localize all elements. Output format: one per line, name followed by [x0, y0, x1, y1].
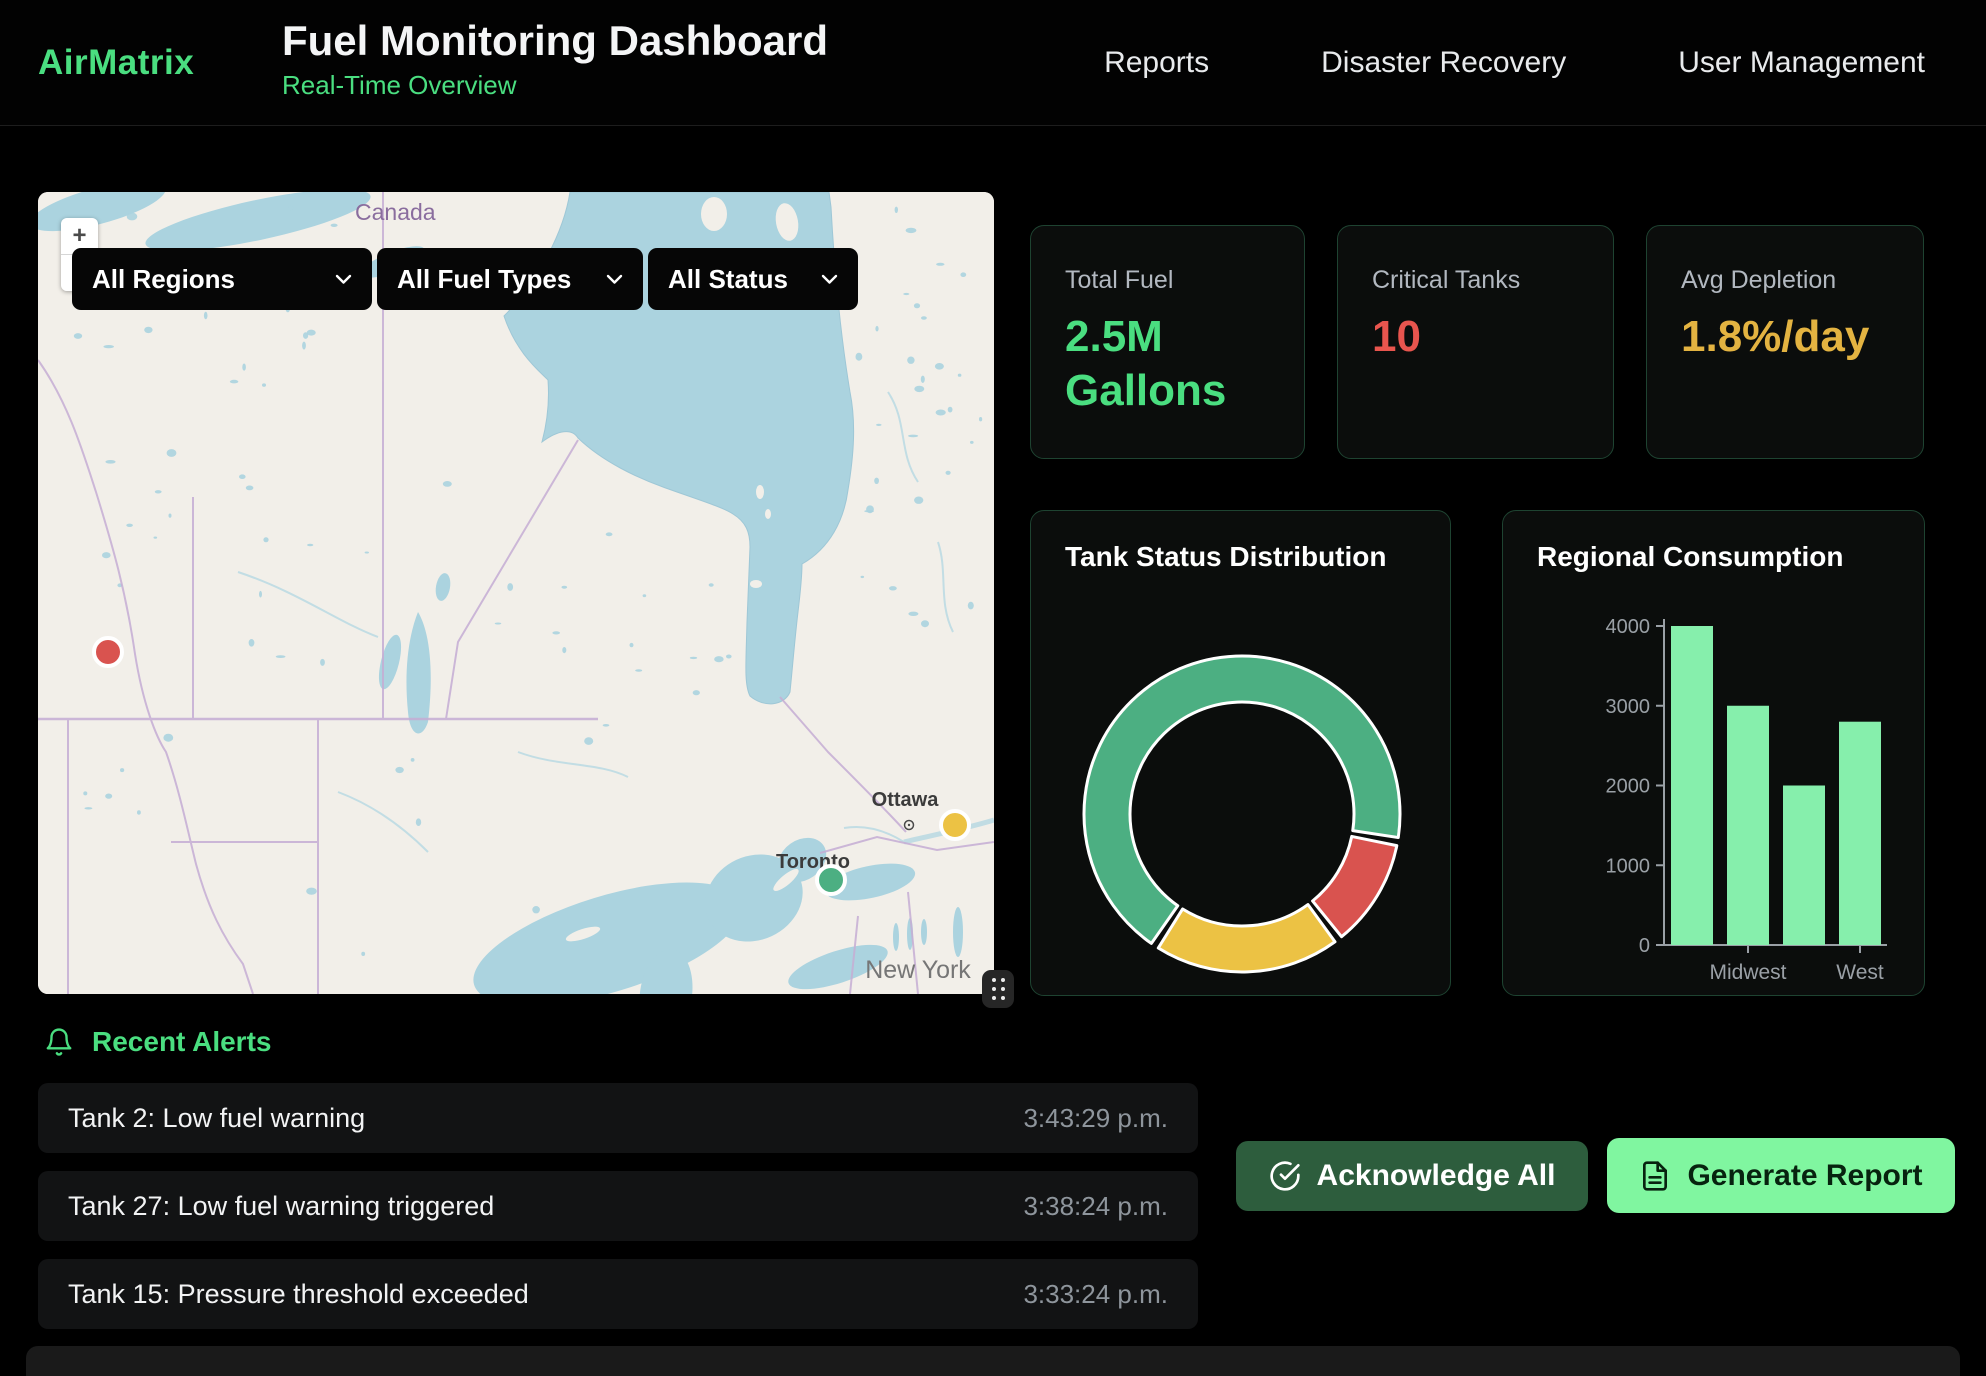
acknowledge-all-label: Acknowledge All: [1317, 1159, 1556, 1193]
map-label-canada: Canada: [355, 199, 436, 225]
acknowledge-all-button[interactable]: Acknowledge All: [1236, 1141, 1588, 1211]
status-filter-value: All Status: [668, 264, 788, 295]
fuel-type-filter-value: All Fuel Types: [397, 264, 571, 295]
stat-value-total-fuel: 2.5M Gallons: [1065, 310, 1230, 417]
donut-segment-critical: [1313, 836, 1397, 936]
recent-alerts-title: Recent Alerts: [92, 1026, 271, 1058]
bar-x-tick-label: West: [1836, 961, 1884, 984]
map-label-new-york: New York: [865, 956, 971, 984]
alert-row: Tank 2: Low fuel warning 3:43:29 p.m.: [38, 1083, 1198, 1153]
map-resize-handle[interactable]: [982, 970, 1014, 1008]
stat-card-avg-depletion: Avg Depletion 1.8%/day: [1646, 225, 1924, 459]
stat-value-critical-tanks: 10: [1372, 310, 1421, 364]
regional-consumption-bar-chart: 0 1000 2000 3000 4000 Midwest West: [1503, 511, 1926, 997]
status-filter-select[interactable]: All Status: [648, 248, 858, 310]
bar-y-tick-label: 2000: [1606, 776, 1651, 798]
bar-y-tick-label: 3000: [1606, 696, 1651, 718]
fuel-monitoring-dashboard: AirMatrix Fuel Monitoring Dashboard Real…: [0, 0, 1986, 1376]
stat-card-critical-tanks: Critical Tanks 10: [1337, 225, 1614, 459]
chevron-down-icon: [821, 274, 838, 285]
fuel-type-filter-select[interactable]: All Fuel Types: [377, 248, 643, 310]
nav-reports[interactable]: Reports: [1104, 46, 1209, 80]
consumption-bar: [1783, 786, 1825, 946]
map-image: Canada Ottawa Toronto New York: [38, 192, 994, 994]
stat-label: Total Fuel: [1065, 266, 1173, 295]
recent-alerts-header: Recent Alerts: [44, 1026, 271, 1058]
report-document-icon: [1639, 1160, 1671, 1192]
chevron-down-icon: [606, 274, 623, 285]
stat-card-total-fuel: Total Fuel 2.5M Gallons: [1030, 225, 1305, 459]
bar-x-tick-label: Midwest: [1709, 961, 1786, 984]
generate-report-label: Generate Report: [1687, 1159, 1922, 1193]
bottom-panel-edge: [26, 1346, 1960, 1376]
donut-segment-warning: [1158, 905, 1335, 972]
alert-timestamp: 3:38:24 p.m.: [1023, 1191, 1168, 1222]
consumption-bar: [1839, 722, 1881, 945]
alert-message: Tank 2: Low fuel warning: [68, 1103, 365, 1134]
map-label-ottawa: Ottawa: [872, 789, 940, 811]
map-canvas[interactable]: Canada Ottawa Toronto New York + − All R…: [38, 192, 994, 994]
tank-status-distribution-card: Tank Status Distribution: [1030, 510, 1451, 996]
stat-value-avg-depletion: 1.8%/day: [1681, 310, 1846, 364]
region-filter-select[interactable]: All Regions: [72, 248, 372, 310]
nav-user-management[interactable]: User Management: [1678, 46, 1925, 80]
brand-logo: AirMatrix: [38, 0, 194, 125]
region-filter-value: All Regions: [92, 264, 235, 295]
alert-message: Tank 15: Pressure threshold exceeded: [68, 1279, 529, 1310]
map-marker-critical[interactable]: [94, 638, 122, 666]
stat-label: Avg Depletion: [1681, 266, 1836, 295]
generate-report-button[interactable]: Generate Report: [1607, 1138, 1955, 1213]
bar-y-tick-label: 1000: [1606, 855, 1651, 877]
page-subtitle: Real-Time Overview: [282, 70, 828, 101]
bell-icon: [44, 1027, 74, 1057]
alert-row: Tank 27: Low fuel warning triggered 3:38…: [38, 1171, 1198, 1241]
consumption-bar: [1727, 706, 1769, 945]
page-title-block: Fuel Monitoring Dashboard Real-Time Over…: [282, 18, 828, 101]
main-nav: Reports Disaster Recovery User Managemen…: [1104, 0, 1925, 125]
page-title: Fuel Monitoring Dashboard: [282, 18, 828, 64]
regional-consumption-card: Regional Consumption 01000200030004000Mi…: [1502, 510, 1925, 996]
header: AirMatrix Fuel Monitoring Dashboard Real…: [0, 0, 1986, 126]
alert-message: Tank 27: Low fuel warning triggered: [68, 1191, 494, 1222]
map-filter-bar: All Regions All Fuel Types All Status: [72, 248, 858, 310]
alert-timestamp: 3:33:24 p.m.: [1023, 1279, 1168, 1310]
bar-y-tick-label: 4000: [1606, 616, 1651, 638]
bar-y-tick-label: 0: [1639, 935, 1650, 957]
tank-status-donut-chart: [1031, 511, 1452, 997]
nav-disaster-recovery[interactable]: Disaster Recovery: [1321, 46, 1566, 80]
map-marker-normal[interactable]: [817, 866, 845, 894]
stat-label: Critical Tanks: [1372, 266, 1520, 295]
consumption-bar: [1671, 626, 1713, 945]
alert-timestamp: 3:43:29 p.m.: [1023, 1103, 1168, 1134]
map-marker-warning[interactable]: [941, 811, 969, 839]
alert-row: Tank 15: Pressure threshold exceeded 3:3…: [38, 1259, 1198, 1329]
chevron-down-icon: [335, 274, 352, 285]
map-panel: Canada Ottawa Toronto New York + − All R…: [38, 192, 994, 994]
check-circle-icon: [1269, 1160, 1301, 1192]
